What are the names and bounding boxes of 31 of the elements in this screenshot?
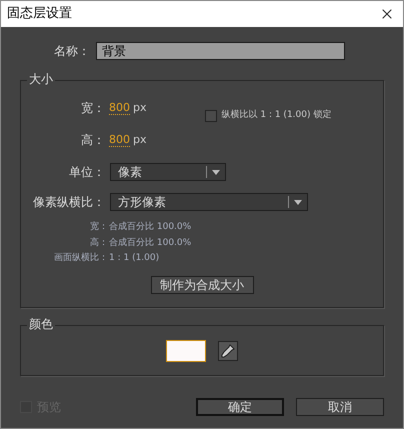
info-label: 画面纵横比： (53, 252, 108, 265)
value-field[interactable]: 800 (109, 132, 130, 148)
info-value: 1 : 1 (1.00) (109, 252, 160, 265)
info-label: 高： (89, 236, 108, 250)
dialog-button[interactable]: 取消 (296, 398, 384, 416)
make-comp-size-button[interactable]: 制作为合成大小 (150, 276, 254, 294)
field-label: 宽： (80, 100, 105, 117)
unit-dropdown[interactable]: 像素 (110, 163, 226, 181)
field-label: 像素纵横比： (32, 194, 105, 211)
info-value: 合成百分比 100.0% (109, 221, 192, 234)
unit-label: px (133, 100, 146, 116)
unit-label: px (133, 132, 146, 148)
group-title: 颜色 (27, 318, 55, 330)
window-title: 固态层设置 (7, 5, 72, 24)
field-label: 高： (80, 132, 105, 149)
lock-checkbox[interactable] (204, 110, 216, 122)
group-title: 大小 (27, 73, 55, 85)
name-field[interactable]: 背景 (96, 42, 345, 60)
field-label: 单位： (68, 164, 105, 181)
lock-label: 纵横比以 1 : 1 (1.00) 锁定 (222, 109, 332, 122)
caret-icon (212, 170, 220, 174)
info-label: 宽： (89, 221, 108, 234)
info-value: 合成百分比 100.0% (109, 236, 192, 250)
field-label: 名称： (53, 43, 90, 60)
caret-icon (294, 200, 302, 204)
eyedropper-icon (221, 344, 235, 358)
eyedropper-button[interactable] (218, 340, 238, 360)
color-swatch[interactable] (166, 340, 206, 362)
aspect-dropdown[interactable]: 方形像素 (110, 193, 308, 211)
dialog-button[interactable]: 确定 (196, 398, 284, 416)
value-field[interactable]: 800 (109, 100, 130, 116)
